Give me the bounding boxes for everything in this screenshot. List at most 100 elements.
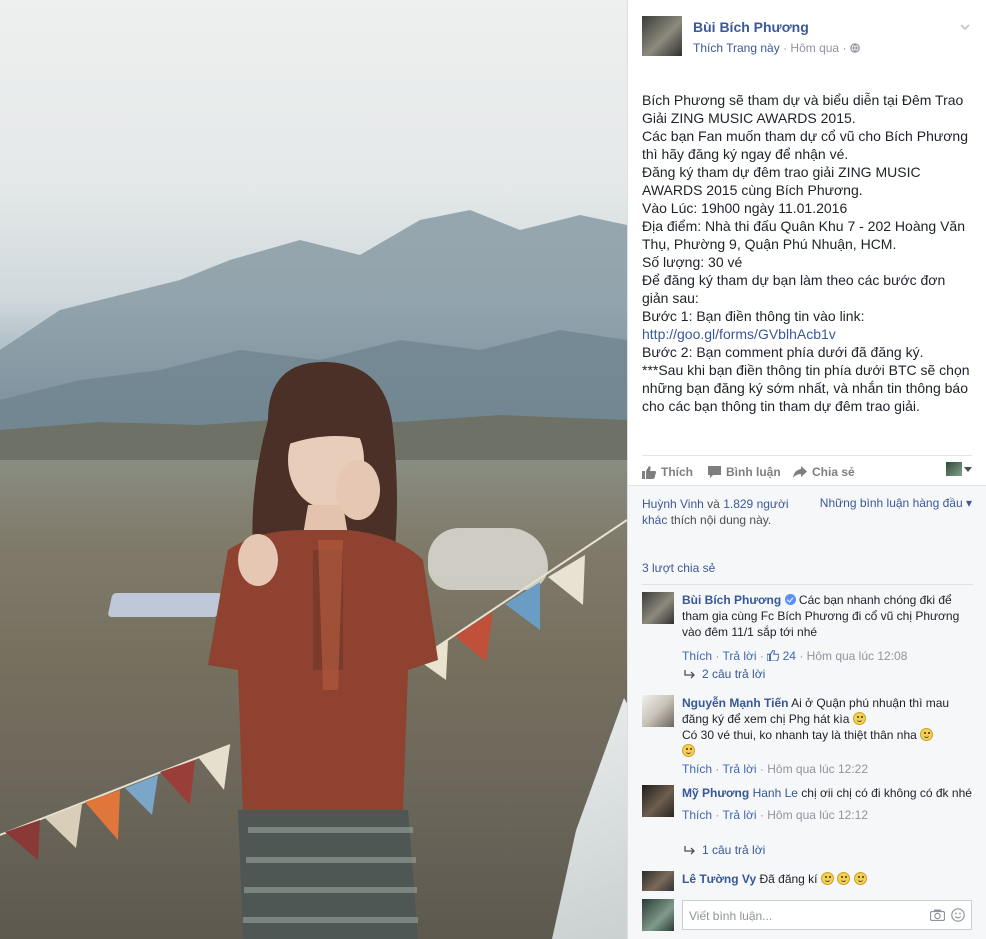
post-line: Để đăng ký tham dự bạn làm theo các bước… bbox=[642, 272, 946, 306]
post-time[interactable]: Hôm qua bbox=[790, 41, 839, 55]
comment-text: Có 30 vé thui, ko nhanh tay là thiệt thâ… bbox=[682, 728, 917, 742]
post-line: Các bạn Fan muốn tham dự cổ vũ cho Bích … bbox=[642, 128, 968, 162]
page-avatar[interactable] bbox=[642, 16, 682, 56]
comment-item: Bùi Bích Phương Các bạn nhanh chóng đki … bbox=[642, 592, 972, 664]
view-replies-link[interactable]: 1 câu trả lời bbox=[684, 843, 765, 857]
post-line: Bước 2: Bạn comment phía dưới đã đăng ký… bbox=[642, 344, 924, 360]
comment-time[interactable]: Hôm qua lúc 12:22 bbox=[767, 762, 868, 776]
commenter-name[interactable]: Nguyễn Mạnh Tiến bbox=[682, 696, 788, 710]
comment-sort-label: Những bình luận hàng đầu bbox=[819, 496, 963, 510]
reply-arrow-icon bbox=[684, 669, 695, 678]
meta-dot: · bbox=[759, 649, 764, 663]
globe-icon bbox=[849, 43, 860, 53]
post-text: Bích Phương sẽ tham dự và biểu diễn tại … bbox=[642, 91, 975, 415]
view-replies-link[interactable]: 2 câu trả lời bbox=[684, 667, 765, 681]
share-button[interactable]: Chia sẻ bbox=[793, 465, 855, 479]
meta-dot: · bbox=[715, 808, 720, 822]
post-line: ***Sau khi bạn điền thông tin phía dưới … bbox=[642, 362, 970, 414]
post-header: Bùi Bích Phương Thích Trang này · Hôm qu… bbox=[642, 16, 972, 60]
meta-dot: · bbox=[799, 649, 804, 663]
comment-reply-link[interactable]: Trả lời bbox=[722, 649, 756, 663]
like-button[interactable]: Thích bbox=[642, 465, 693, 479]
comment-like-link[interactable]: Thích bbox=[682, 762, 712, 776]
comment-input[interactable]: Viết bình luận... bbox=[682, 900, 972, 930]
comment-placeholder: Viết bình luận... bbox=[689, 909, 773, 923]
comment-label: Bình luận bbox=[726, 465, 781, 479]
comment-like-count[interactable]: 24 bbox=[783, 649, 796, 663]
comment-button[interactable]: Bình luận bbox=[708, 465, 781, 479]
sweat-smile-emoji-icon bbox=[682, 744, 695, 757]
comment-item: Nguyễn Mạnh Tiến Ai ở Quận phú nhuận thì… bbox=[642, 695, 972, 777]
post-line: Địa điểm: Nhà thi đấu Quân Khu 7 - 202 H… bbox=[642, 218, 965, 252]
comment-item: Mỹ Phương Hanh Le chị ơii chị có đi khôn… bbox=[642, 785, 972, 823]
comment-text: chị ơii chị có đi không có đk nhé bbox=[801, 786, 972, 800]
post-line: Bước 1: Bạn điền thông tin vào link: bbox=[642, 308, 865, 324]
like-page-link[interactable]: Thích Trang này bbox=[693, 41, 780, 55]
smile-emoji-icon bbox=[853, 872, 867, 885]
commenter-name[interactable]: Mỹ Phương bbox=[682, 786, 749, 800]
post-actions: Thích Bình luận Chia sẻ bbox=[642, 455, 972, 485]
post-photo[interactable] bbox=[0, 0, 627, 939]
meta-dot: · bbox=[783, 41, 788, 55]
comment-reply-link[interactable]: Trả lời bbox=[722, 808, 756, 822]
replies-label: 2 câu trả lời bbox=[702, 667, 766, 681]
post-line: Bích Phương sẽ tham dự và biểu diễn tại … bbox=[642, 92, 964, 126]
share-label: Chia sẻ bbox=[812, 465, 855, 479]
chevron-down-icon[interactable] bbox=[958, 20, 972, 34]
smile-emoji-icon bbox=[852, 712, 866, 725]
comment-like-link[interactable]: Thích bbox=[682, 808, 712, 822]
comment-meta: Thích · Trả lời · Hôm qua lúc 12:12 bbox=[682, 807, 972, 823]
post-line: Số lượng: 30 vé bbox=[642, 254, 743, 270]
thumbs-up-icon bbox=[766, 649, 780, 662]
woman-figure bbox=[208, 361, 438, 939]
page-name[interactable]: Bùi Bích Phương bbox=[693, 19, 809, 35]
comment-time[interactable]: Hôm qua lúc 12:08 bbox=[807, 649, 908, 663]
like-label: Thích bbox=[661, 465, 693, 479]
post-line: Đăng ký tham dự đêm trao giải ZING MUSIC… bbox=[642, 164, 921, 198]
meta-dot: · bbox=[842, 41, 847, 55]
caret-down-icon: ▾ bbox=[965, 496, 972, 510]
commenter-name[interactable]: Bùi Bích Phương bbox=[682, 593, 781, 607]
post-side-panel: Bùi Bích Phương Thích Trang này · Hôm qu… bbox=[627, 0, 986, 939]
divider bbox=[642, 584, 973, 585]
likes-and: và bbox=[707, 497, 720, 511]
verified-badge-icon bbox=[784, 594, 796, 605]
share-icon bbox=[793, 466, 807, 478]
liker-name[interactable]: Huỳnh Vinh bbox=[642, 497, 704, 511]
smile-emoji-icon bbox=[820, 872, 834, 885]
post-meta: Thích Trang này · Hôm qua · bbox=[693, 41, 860, 55]
tagged-user[interactable]: Hanh Le bbox=[753, 786, 798, 800]
comment-time[interactable]: Hôm qua lúc 12:12 bbox=[767, 808, 868, 822]
commenter-name[interactable]: Lê Tường Vy bbox=[682, 872, 756, 886]
comment-item: Lê Tường Vy Đã đăng kí bbox=[642, 871, 972, 891]
post-line: Vào Lúc: 19h00 ngày 11.01.2016 bbox=[642, 200, 848, 216]
meta-dot: · bbox=[715, 649, 720, 663]
commenter-avatar[interactable] bbox=[642, 592, 674, 624]
meta-dot: · bbox=[759, 762, 764, 776]
camera-icon[interactable] bbox=[930, 909, 945, 921]
likes-summary: Huỳnh Vinh và 1.829 người khác thích nội… bbox=[642, 496, 802, 528]
actor-selector-avatar[interactable] bbox=[946, 462, 962, 476]
comment-composer: Viết bình luận... bbox=[642, 897, 972, 931]
actor-selector-caret-icon[interactable] bbox=[964, 467, 972, 472]
likes-suffix: thích nội dung này. bbox=[670, 513, 772, 527]
thumbs-up-icon bbox=[642, 465, 656, 479]
comment-reply-link[interactable]: Trả lời bbox=[722, 762, 756, 776]
comment-sort-dropdown[interactable]: Những bình luận hàng đầu ▾ bbox=[820, 496, 972, 510]
commenter-avatar[interactable] bbox=[642, 785, 674, 817]
laughing-emoji-icon bbox=[920, 728, 934, 741]
viewer-avatar bbox=[642, 899, 674, 931]
shares-count[interactable]: 3 lượt chia sẻ bbox=[642, 561, 715, 575]
comment-icon bbox=[708, 466, 721, 478]
commenter-avatar[interactable] bbox=[642, 871, 674, 891]
meta-dot: · bbox=[759, 808, 764, 822]
comment-meta: Thích · Trả lời · 24 · Hôm qua lúc 12:08 bbox=[682, 648, 972, 664]
registration-link[interactable]: http://goo.gl/forms/GVblhAcb1v bbox=[642, 326, 836, 342]
commenter-avatar[interactable] bbox=[642, 695, 674, 727]
comment-meta: Thích · Trả lời · Hôm qua lúc 12:22 bbox=[682, 761, 972, 777]
smile-emoji-icon bbox=[837, 872, 851, 885]
meta-dot: · bbox=[715, 762, 720, 776]
emoji-picker-icon[interactable] bbox=[951, 908, 965, 922]
comment-like-link[interactable]: Thích bbox=[682, 649, 712, 663]
comment-text: Đã đăng kí bbox=[759, 872, 818, 886]
